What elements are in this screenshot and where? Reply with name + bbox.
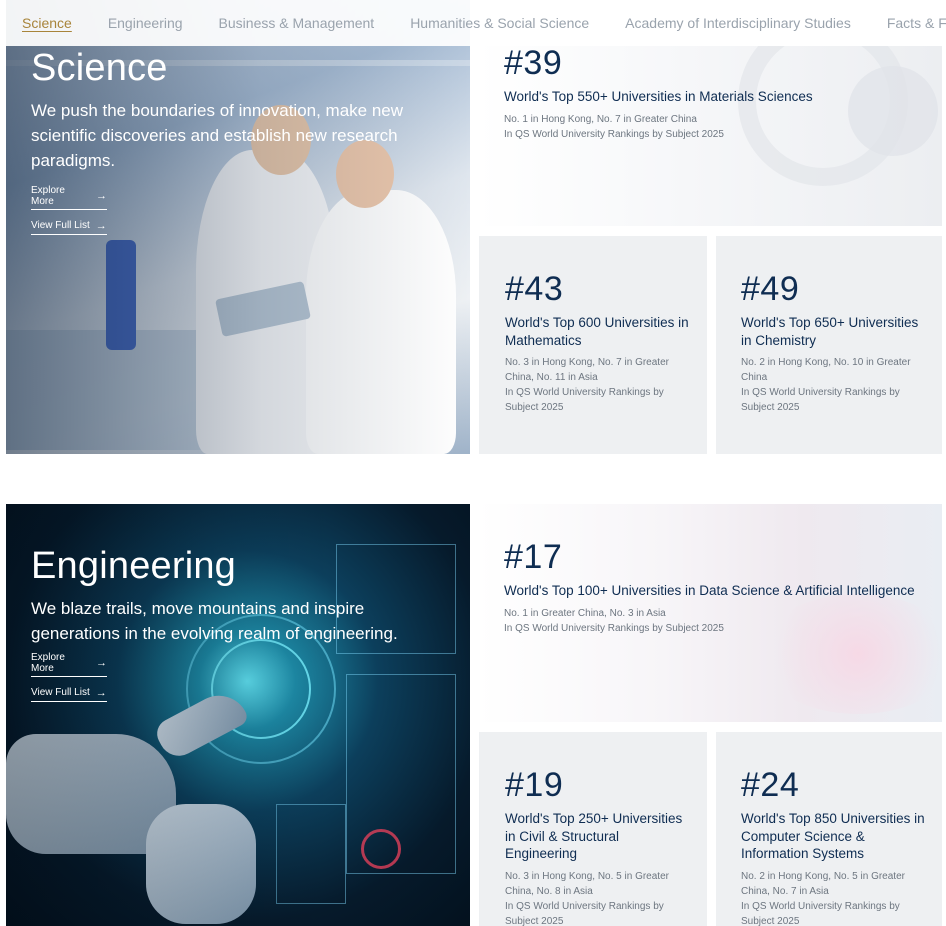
- rank-detail: No. 1 in Greater China, No. 3 in Asia: [504, 607, 666, 619]
- engineering-explore-more-link[interactable]: Explore More →: [31, 652, 107, 677]
- ranking-card-data-science-ai: #17 World's Top 100+ Universities in Dat…: [478, 504, 942, 722]
- rank-detail: No. 2 in Hong Kong, No. 5 in Greater Chi…: [741, 870, 905, 897]
- engineering-description: We blaze trails, move mountains and insp…: [31, 598, 398, 643]
- science-title: Science: [31, 47, 168, 89]
- rank-number: #17: [504, 538, 563, 576]
- science-section: Science We push the boundaries of innova…: [0, 0, 946, 454]
- view-full-list-label: View Full List: [31, 220, 90, 232]
- rank-source: In QS World University Rankings by Subje…: [504, 622, 724, 634]
- engineering-hero-text: Engineering We blaze trails, move mounta…: [31, 545, 406, 702]
- rank-number: #49: [741, 270, 800, 308]
- view-full-list-label: View Full List: [31, 687, 90, 699]
- ranking-card-mathematics: #43 World's Top 600 Universities in Math…: [479, 236, 707, 454]
- engineering-view-full-list-link[interactable]: View Full List →: [31, 687, 107, 702]
- science-description: We push the boundaries of innovation, ma…: [31, 100, 404, 170]
- rank-number: #43: [505, 270, 564, 308]
- science-hero-image: Science We push the boundaries of innova…: [6, 0, 470, 454]
- card-content: #39 World's Top 550+ Universities in Mat…: [504, 46, 926, 142]
- rank-number: #19: [505, 766, 564, 804]
- explore-more-label: Explore More: [31, 651, 65, 674]
- card-content: #49 World's Top 650+ Universities in Che…: [741, 272, 926, 415]
- rank-detail: No. 3 in Hong Kong, No. 7 in Greater Chi…: [505, 357, 669, 383]
- engineering-section: Engineering We blaze trails, move mounta…: [0, 504, 946, 926]
- arrow-right-icon: →: [95, 686, 107, 699]
- explore-more-label: Explore More: [31, 184, 65, 207]
- ranking-card-civil-structural: #19 World's Top 250+ Universities in Civ…: [479, 732, 707, 926]
- science-hero-text: Science We push the boundaries of innova…: [31, 47, 411, 235]
- rank-source: In QS World University Rankings by Subje…: [505, 387, 664, 413]
- rank-number: #39: [504, 46, 563, 82]
- science-explore-more-link[interactable]: Explore More →: [31, 185, 107, 210]
- rank-detail: No. 1 in Hong Kong, No. 7 in Greater Chi…: [504, 113, 697, 125]
- science-links: Explore More → View Full List →: [31, 179, 411, 235]
- card-content: #17 World's Top 100+ Universities in Dat…: [504, 540, 926, 636]
- engineering-hero-image: Engineering We blaze trails, move mounta…: [6, 504, 470, 926]
- rank-title: World's Top 650+ Universities in Chemist…: [741, 315, 919, 348]
- rank-source: In QS World University Rankings by Subje…: [504, 128, 724, 140]
- tab-interdisciplinary-studies[interactable]: Academy of Interdisciplinary Studies: [625, 15, 851, 31]
- rank-detail: No. 2 in Hong Kong, No. 10 in Greater Ch…: [741, 357, 911, 383]
- category-tab-bar: Science Engineering Business & Managemen…: [0, 0, 946, 46]
- card-content: #43 World's Top 600 Universities in Math…: [505, 272, 691, 415]
- tab-engineering[interactable]: Engineering: [108, 15, 183, 31]
- rank-source: In QS World University Rankings by Subje…: [741, 900, 900, 926]
- engineering-title: Engineering: [31, 545, 237, 587]
- engineering-links: Explore More → View Full List →: [31, 646, 406, 702]
- tab-business-management[interactable]: Business & Management: [219, 15, 375, 31]
- rank-title: World's Top 550+ Universities in Materia…: [504, 89, 813, 104]
- card-content: #24 World's Top 850 Universities in Comp…: [741, 768, 926, 926]
- ranking-card-materials-sciences: #39 World's Top 550+ Universities in Mat…: [478, 46, 942, 226]
- tab-science[interactable]: Science: [22, 15, 72, 31]
- ranking-card-computer-science: #24 World's Top 850 Universities in Comp…: [716, 732, 942, 926]
- ranking-card-chemistry: #49 World's Top 650+ Universities in Che…: [716, 236, 942, 454]
- tab-humanities-social-science[interactable]: Humanities & Social Science: [410, 15, 589, 31]
- rank-title: World's Top 600 Universities in Mathemat…: [505, 315, 689, 348]
- rank-title: World's Top 100+ Universities in Data Sc…: [504, 583, 915, 598]
- card-content: #19 World's Top 250+ Universities in Civ…: [505, 768, 691, 926]
- arrow-right-icon: →: [96, 189, 107, 202]
- rank-source: In QS World University Rankings by Subje…: [741, 387, 900, 413]
- science-view-full-list-link[interactable]: View Full List →: [31, 220, 107, 235]
- arrow-right-icon: →: [96, 656, 107, 669]
- rank-detail: No. 3 in Hong Kong, No. 5 in Greater Chi…: [505, 870, 669, 897]
- tab-facts-figures[interactable]: Facts & Figures: [887, 15, 946, 31]
- rank-number: #24: [741, 766, 800, 804]
- rank-title: World's Top 850 Universities in Computer…: [741, 811, 925, 861]
- rank-title: World's Top 250+ Universities in Civil &…: [505, 811, 683, 861]
- arrow-right-icon: →: [95, 219, 107, 232]
- rank-source: In QS World University Rankings by Subje…: [505, 900, 664, 926]
